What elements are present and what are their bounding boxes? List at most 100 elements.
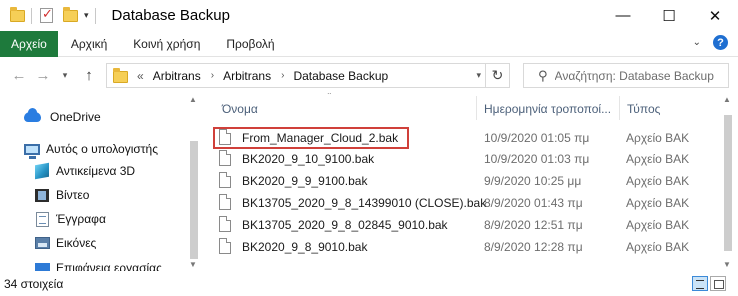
nav-item-videos[interactable]: Βίντεο bbox=[0, 185, 89, 205]
file-icon bbox=[219, 238, 231, 254]
column-headers: ⌃ Όνομα Ημερομηνία τροποποί... Τύπος bbox=[206, 93, 718, 122]
file-name: BK2020_9_10_9100.bak bbox=[242, 152, 375, 166]
file-icon bbox=[219, 216, 231, 232]
file-name: BK2020_9_9_9100.bak bbox=[242, 174, 368, 188]
file-row[interactable]: BK2020_9_8_9010.bak 8/9/2020 12:28 πμ Αρ… bbox=[206, 236, 718, 258]
scroll-up-arrow-icon[interactable]: ▲ bbox=[189, 95, 197, 104]
address-bar[interactable]: « Arbitrans › Arbitrans › Database Backu… bbox=[106, 63, 510, 88]
nav-item-label: Επιφάνεια εργασίας bbox=[56, 261, 162, 271]
nav-item-onedrive[interactable]: OneDrive bbox=[0, 107, 101, 127]
toolbar-divider bbox=[94, 7, 96, 24]
computer-icon bbox=[24, 143, 40, 159]
nav-item-this-pc[interactable]: Αυτός ο υπολογιστής bbox=[0, 139, 158, 159]
column-header-name[interactable]: Όνομα bbox=[222, 102, 258, 116]
quick-access-toolbar: ▾ bbox=[10, 6, 102, 24]
new-folder-icon[interactable] bbox=[63, 6, 78, 22]
maximize-button[interactable]: ☐ bbox=[646, 0, 692, 31]
file-row[interactable]: BK13705_2020_9_8_02845_9010.bak 8/9/2020… bbox=[206, 214, 718, 236]
tab-share[interactable]: Κοινή χρήση bbox=[120, 31, 213, 57]
file-name: BK13705_2020_9_8_14399010 (CLOSE).bak bbox=[242, 196, 487, 210]
file-row[interactable]: BK2020_9_10_9100.bak 10/9/2020 01:03 πμ … bbox=[206, 148, 718, 170]
file-date-modified: 8/9/2020 01:43 πμ bbox=[484, 196, 583, 210]
expand-ribbon-chevron-icon[interactable]: ⌄ bbox=[693, 37, 701, 48]
navigation-pane-scrollbar[interactable]: ▲ ▼ bbox=[186, 93, 201, 271]
view-mode-buttons bbox=[692, 276, 726, 291]
refresh-icon[interactable]: ↻ bbox=[485, 64, 509, 87]
large-icons-view-icon[interactable] bbox=[710, 276, 726, 291]
minimize-button[interactable]: — bbox=[600, 0, 646, 31]
close-button[interactable]: ✕ bbox=[692, 0, 738, 31]
nav-item-desktop[interactable]: Επιφάνεια εργασίας bbox=[0, 258, 162, 271]
tab-view[interactable]: Προβολή bbox=[213, 31, 287, 57]
customize-dropdown-icon[interactable]: ▾ bbox=[84, 10, 89, 21]
folder-icon[interactable] bbox=[10, 6, 25, 22]
file-date-modified: 10/9/2020 01:03 πμ bbox=[484, 152, 590, 166]
column-header-date-modified[interactable]: Ημερομηνία τροποποί... bbox=[484, 102, 611, 116]
highlight-annotation-box bbox=[213, 127, 409, 149]
file-date-modified: 8/9/2020 12:28 πμ bbox=[484, 240, 583, 254]
column-header-type[interactable]: Τύπος bbox=[627, 102, 660, 116]
ribbon-controls: ⌄ ? bbox=[693, 35, 728, 50]
videos-icon bbox=[35, 188, 49, 202]
up-arrow-icon[interactable]: ↑ bbox=[80, 67, 98, 84]
properties-icon[interactable] bbox=[40, 6, 53, 23]
navigation-pane: OneDrive Αυτός ο υπολογιστής Αντικείμενα… bbox=[0, 93, 200, 271]
navigation-bar: ← → ▾ ↑ « Arbitrans › Arbitrans › Databa… bbox=[0, 58, 738, 93]
file-type: Αρχείο BAK bbox=[626, 152, 690, 166]
sort-ascending-icon: ⌃ bbox=[326, 93, 333, 100]
tab-home[interactable]: Αρχική bbox=[58, 31, 120, 57]
desktop-icon bbox=[35, 262, 50, 271]
breadcrumb-item[interactable]: Arbitrans bbox=[153, 69, 201, 83]
back-arrow-icon[interactable]: ← bbox=[10, 67, 28, 84]
nav-item-documents[interactable]: Έγγραφα bbox=[0, 209, 106, 229]
window-controls: — ☐ ✕ bbox=[600, 0, 738, 31]
file-icon bbox=[219, 150, 231, 166]
address-dropdown-icon[interactable]: ▾ bbox=[476, 70, 481, 81]
tab-file[interactable]: Αρχείο bbox=[0, 30, 58, 57]
breadcrumb-overflow[interactable]: « bbox=[137, 69, 144, 83]
scroll-down-arrow-icon[interactable]: ▼ bbox=[723, 260, 731, 269]
file-type: Αρχείο BAK bbox=[626, 196, 690, 210]
scrollbar-thumb[interactable] bbox=[190, 141, 198, 259]
search-box[interactable]: ⚲ bbox=[523, 63, 729, 88]
file-type: Αρχείο BAK bbox=[626, 131, 690, 145]
file-date-modified: 8/9/2020 12:51 πμ bbox=[484, 218, 583, 232]
breadcrumb-item[interactable]: Database Backup bbox=[293, 69, 388, 83]
nav-item-label: Αυτός ο υπολογιστής bbox=[46, 142, 158, 156]
file-type: Αρχείο BAK bbox=[626, 218, 690, 232]
pictures-icon bbox=[35, 237, 50, 249]
column-divider[interactable] bbox=[476, 96, 477, 120]
scrollbar-thumb[interactable] bbox=[724, 115, 732, 251]
toolbar-divider bbox=[31, 7, 32, 24]
nav-item-label: Βίντεο bbox=[56, 188, 90, 202]
window-title: Database Backup bbox=[111, 7, 230, 24]
status-bar: 34 στοιχεία bbox=[0, 271, 738, 296]
file-date-modified: 9/9/2020 10:25 μμ bbox=[484, 174, 582, 188]
recent-locations-chevron-icon[interactable]: ▾ bbox=[56, 70, 74, 81]
documents-icon bbox=[36, 211, 49, 227]
scroll-up-arrow-icon[interactable]: ▲ bbox=[723, 95, 731, 104]
title-bar: ▾ Database Backup — ☐ ✕ bbox=[0, 0, 738, 31]
search-input[interactable] bbox=[554, 68, 725, 83]
forward-arrow-icon[interactable]: → bbox=[34, 67, 52, 84]
onedrive-icon bbox=[24, 108, 41, 122]
details-view-icon[interactable] bbox=[692, 276, 708, 291]
nav-item-label: Έγγραφα bbox=[56, 212, 106, 226]
file-list-scrollbar[interactable]: ▲ ▼ bbox=[720, 93, 736, 271]
file-row[interactable]: BK13705_2020_9_8_14399010 (CLOSE).bak 8/… bbox=[206, 192, 718, 214]
file-name: BK2020_9_8_9010.bak bbox=[242, 240, 368, 254]
help-icon[interactable]: ? bbox=[713, 35, 728, 50]
nav-item-pictures[interactable]: Εικόνες bbox=[0, 233, 96, 253]
scroll-down-arrow-icon[interactable]: ▼ bbox=[189, 260, 197, 269]
breadcrumb-separator-icon[interactable]: › bbox=[281, 70, 284, 81]
breadcrumb-item[interactable]: Arbitrans bbox=[223, 69, 271, 83]
3d-objects-icon bbox=[35, 162, 49, 180]
file-list: ⌃ Όνομα Ημερομηνία τροποποί... Τύπος Fro… bbox=[206, 93, 718, 271]
column-divider[interactable] bbox=[619, 96, 620, 120]
nav-item-label: Εικόνες bbox=[56, 236, 97, 250]
breadcrumb-separator-icon[interactable]: › bbox=[211, 70, 214, 81]
nav-item-label: OneDrive bbox=[50, 110, 101, 124]
nav-item-3d-objects[interactable]: Αντικείμενα 3D bbox=[0, 161, 135, 181]
file-icon bbox=[219, 172, 231, 188]
file-row[interactable]: BK2020_9_9_9100.bak 9/9/2020 10:25 μμ Αρ… bbox=[206, 170, 718, 192]
